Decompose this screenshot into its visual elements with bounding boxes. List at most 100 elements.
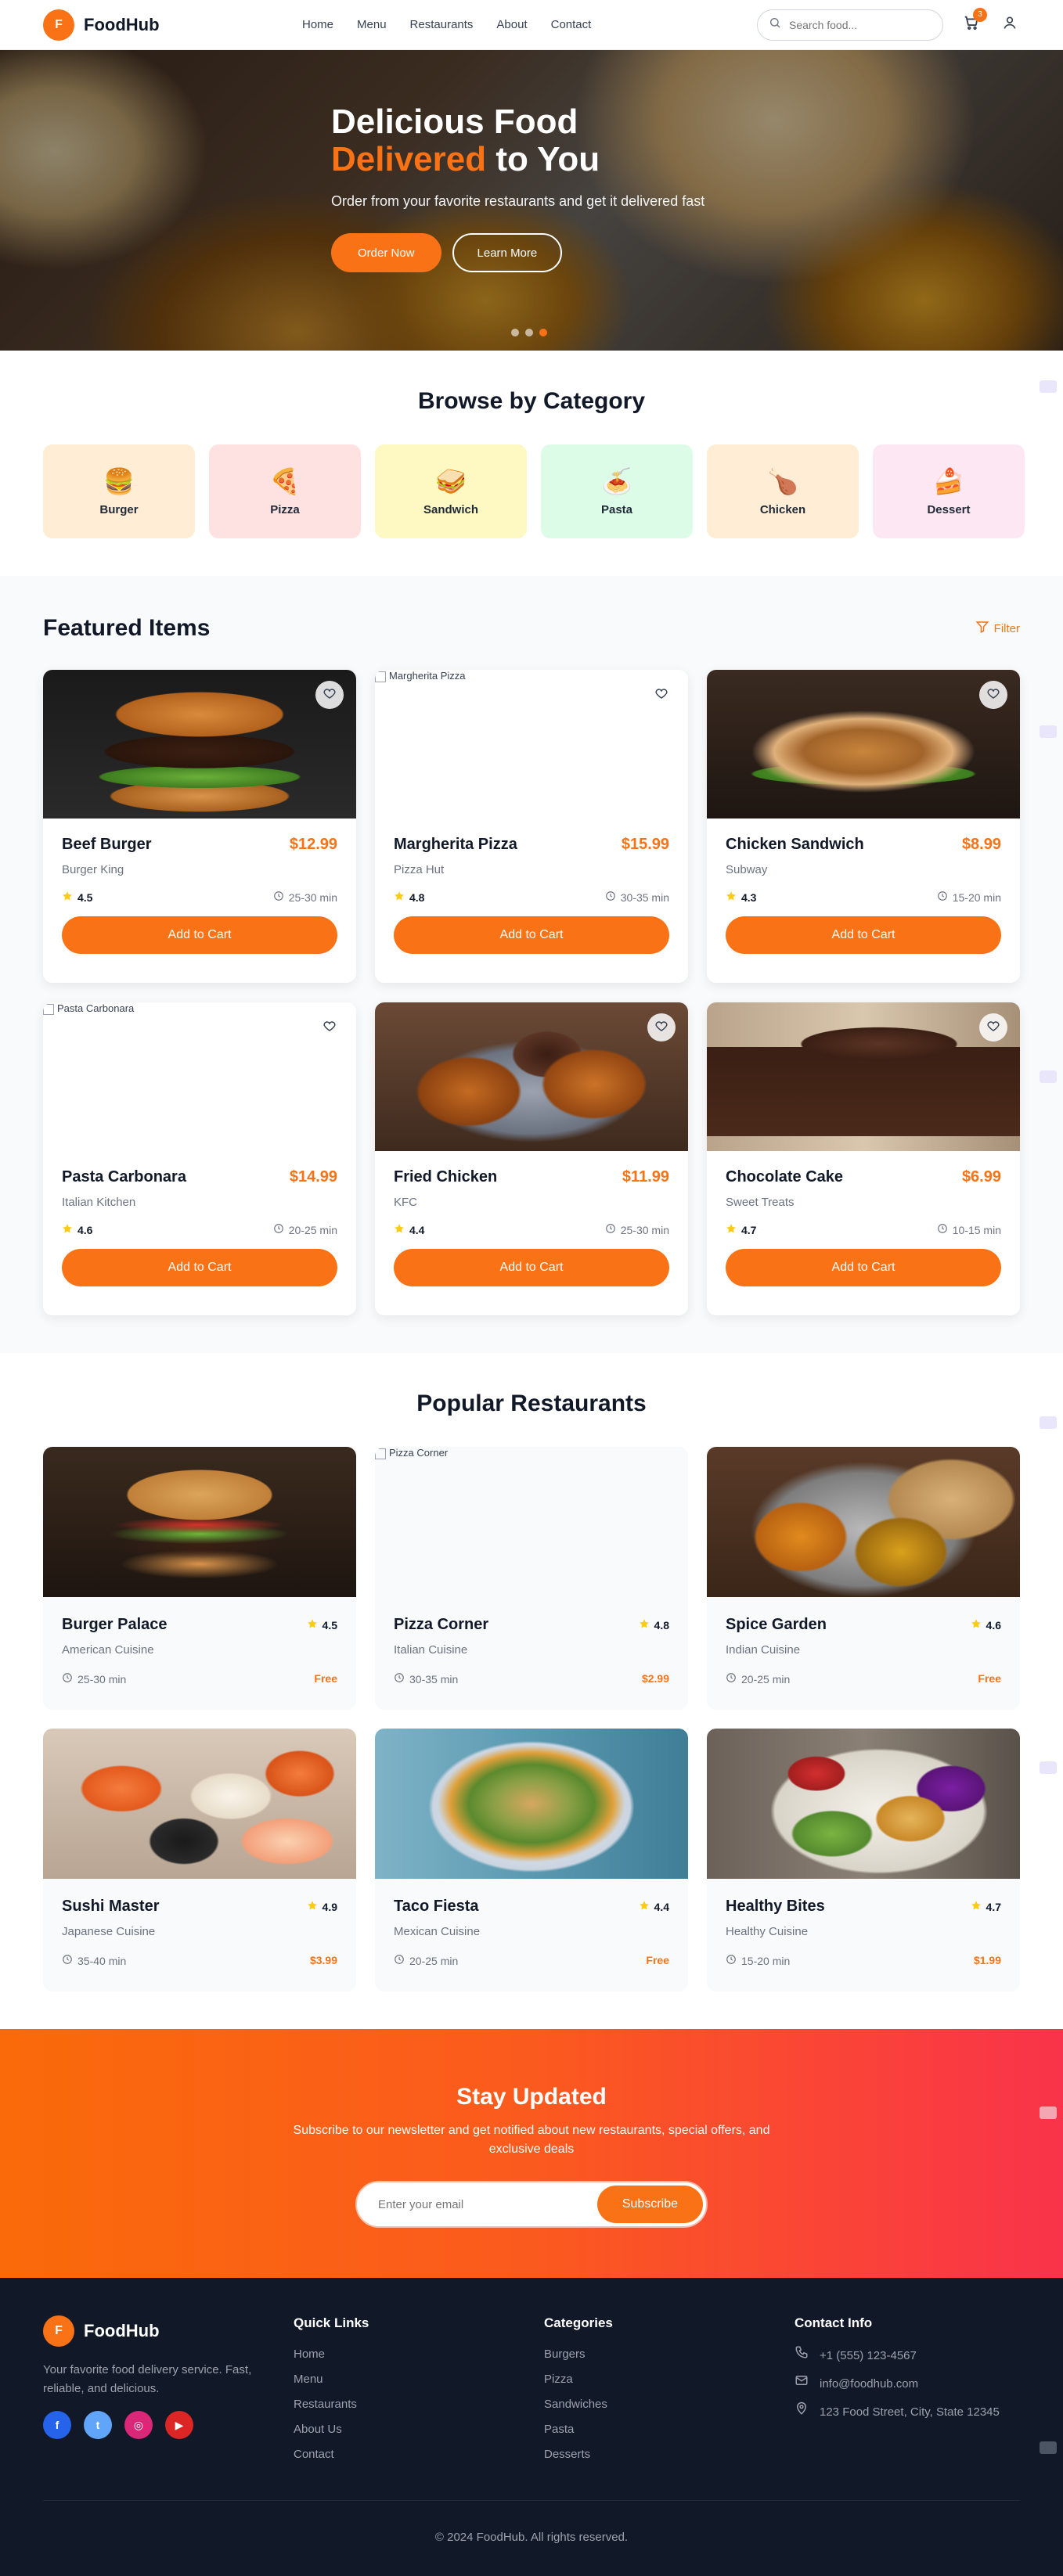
- footer-category-burgers[interactable]: Burgers: [544, 2342, 795, 2367]
- user-button[interactable]: [1000, 15, 1020, 35]
- add-to-cart-button[interactable]: Add to Cart: [726, 916, 1001, 954]
- category-grid: 🍔 Burger 🍕 Pizza 🥪 Sandwich 🍝 Pasta 🍗 Chicken 🍰 Des…: [43, 444, 1025, 538]
- side-widget-icon[interactable]: [1040, 380, 1057, 393]
- footer-category-desserts[interactable]: Desserts: [544, 2442, 795, 2467]
- footer-logo[interactable]: F FoodHub: [43, 2315, 294, 2347]
- restaurant-card[interactable]: Sushi Master 4.9 Japanese Cuisine 35-40 min…: [43, 1729, 356, 1991]
- side-widget-icon[interactable]: [1040, 2106, 1057, 2119]
- food-info: Beef Burger $12.99 Burger King 4.5 25-30 min…: [43, 818, 356, 954]
- restaurant-card[interactable]: Burger Palace 4.5 American Cuisine 25-30 mi…: [43, 1447, 356, 1710]
- category-label: Dessert: [927, 502, 971, 516]
- star-icon: [307, 1900, 318, 1913]
- favorite-button[interactable]: [979, 681, 1007, 709]
- twitter-icon[interactable]: t: [84, 2411, 112, 2439]
- clock-icon: [273, 1223, 284, 1236]
- newsletter-section: Stay Updated Subscribe to our newsletter…: [0, 2029, 1063, 2278]
- add-to-cart-button[interactable]: Add to Cart: [62, 916, 337, 954]
- logo[interactable]: F FoodHub: [43, 9, 160, 41]
- side-widget-icon[interactable]: [1040, 1070, 1057, 1083]
- contact-text[interactable]: info@foodhub.com: [820, 2370, 918, 2398]
- favorite-button[interactable]: [315, 1013, 344, 1042]
- footer-categories-title: Categories: [544, 2315, 613, 2330]
- navbar: F FoodHub Home Menu Restaurants About Co…: [0, 0, 1063, 50]
- category-label: Pizza: [270, 502, 300, 516]
- hero-title: Delicious Food Delivered to You: [331, 103, 738, 178]
- contact-item: 123 Food Street, City, State 12345: [795, 2398, 1045, 2427]
- delivery-fee: $3.99: [309, 1954, 337, 1966]
- restaurant-card[interactable]: Healthy Bites 4.7 Healthy Cuisine 15-20 min…: [707, 1729, 1020, 1991]
- side-widget-icon[interactable]: [1040, 1761, 1057, 1774]
- restaurant-cuisine: Indian Cuisine: [726, 1643, 801, 1657]
- pasta-icon: 🍝: [601, 466, 632, 495]
- nav-link-home[interactable]: Home: [302, 18, 333, 31]
- heart-icon: [323, 686, 337, 704]
- star-icon: [62, 890, 73, 904]
- side-widget-icon[interactable]: [1040, 725, 1057, 738]
- footer-link-contact[interactable]: Contact: [294, 2442, 544, 2467]
- nav-link-about[interactable]: About: [496, 18, 527, 31]
- youtube-icon[interactable]: ▶: [165, 2411, 193, 2439]
- footer-category-sandwiches[interactable]: Sandwiches: [544, 2392, 795, 2417]
- food-name: Chocolate Cake: [726, 1168, 844, 1185]
- favorite-button[interactable]: [647, 1013, 676, 1042]
- contact-text[interactable]: +1 (555) 123-4567: [820, 2342, 917, 2370]
- footer-category-pasta[interactable]: Pasta: [544, 2417, 795, 2442]
- footer-link-restaurants[interactable]: Restaurants: [294, 2392, 544, 2417]
- category-card-pasta[interactable]: 🍝 Pasta: [541, 444, 693, 538]
- cart-button[interactable]: 3: [960, 7, 987, 36]
- restaurant-card[interactable]: Spice Garden 4.6 Indian Cuisine 20-25 min Fr…: [707, 1447, 1020, 1710]
- instagram-icon[interactable]: ◎: [124, 2411, 153, 2439]
- carousel-dot[interactable]: [525, 329, 533, 336]
- delivery-fee: Free: [646, 1954, 669, 1966]
- filter-label: Filter: [993, 621, 1020, 635]
- restaurant-card[interactable]: Taco Fiesta 4.4 Mexican Cuisine 20-25 min Fr…: [375, 1729, 688, 1991]
- email-input[interactable]: [378, 2197, 597, 2211]
- time-value: 25-30 min: [288, 890, 337, 904]
- add-to-cart-button[interactable]: Add to Cart: [394, 916, 669, 954]
- facebook-icon[interactable]: f: [43, 2411, 71, 2439]
- side-widget-icon[interactable]: [1040, 2441, 1057, 2454]
- restaurant-rating: 4.4: [639, 1900, 669, 1913]
- clock-icon: [62, 1954, 73, 1967]
- order-now-button[interactable]: Order Now: [331, 233, 441, 272]
- add-to-cart-button[interactable]: Add to Cart: [726, 1249, 1001, 1286]
- nav-link-restaurants[interactable]: Restaurants: [410, 18, 474, 31]
- newsletter-form: Subscribe: [357, 2182, 706, 2226]
- category-card-sandwich[interactable]: 🥪 Sandwich: [375, 444, 527, 538]
- filter-button[interactable]: Filter: [975, 620, 1020, 637]
- restaurant-card[interactable]: Pizza Corner Pizza Corner 4.8 Italian Cuisi…: [375, 1447, 688, 1710]
- food-info: Chocolate Cake $6.99 Sweet Treats 4.7 10-15 …: [707, 1151, 1020, 1286]
- newsletter-text: Subscribe to our newsletter and get noti…: [293, 2124, 770, 2156]
- carousel-dot[interactable]: [511, 329, 519, 336]
- subscribe-button[interactable]: Subscribe: [596, 2186, 703, 2223]
- search-box[interactable]: [757, 9, 943, 41]
- dessert-icon: 🍰: [933, 466, 964, 495]
- learn-more-button[interactable]: Learn More: [452, 233, 563, 272]
- category-card-pizza[interactable]: 🍕 Pizza: [209, 444, 361, 538]
- nav-link-menu[interactable]: Menu: [357, 18, 387, 31]
- category-card-dessert[interactable]: 🍰 Dessert: [873, 444, 1025, 538]
- restaurants-title: Popular Restaurants: [416, 1391, 647, 1416]
- favorite-button[interactable]: [979, 1013, 1007, 1042]
- nav-actions: 3: [757, 7, 1020, 41]
- restaurant-image: Pizza Corner: [375, 1447, 688, 1597]
- food-image: [707, 1002, 1020, 1151]
- footer-link-about-us[interactable]: About Us: [294, 2417, 544, 2442]
- category-label: Burger: [99, 502, 139, 516]
- contact-text[interactable]: 123 Food Street, City, State 12345: [820, 2398, 1000, 2427]
- footer-category-pizza[interactable]: Pizza: [544, 2367, 795, 2392]
- category-card-chicken[interactable]: 🍗 Chicken: [707, 444, 859, 538]
- footer-link-home[interactable]: Home: [294, 2342, 544, 2367]
- add-to-cart-button[interactable]: Add to Cart: [62, 1249, 337, 1286]
- food-price: $15.99: [621, 836, 669, 853]
- food-restaurant: Subway: [726, 863, 768, 876]
- favorite-button[interactable]: [647, 681, 676, 709]
- search-input[interactable]: [789, 18, 931, 31]
- side-widget-icon[interactable]: [1040, 1416, 1057, 1429]
- carousel-dot[interactable]: [539, 329, 547, 336]
- add-to-cart-button[interactable]: Add to Cart: [394, 1249, 669, 1286]
- favorite-button[interactable]: [315, 681, 344, 709]
- nav-link-contact[interactable]: Contact: [551, 18, 592, 31]
- footer-link-menu[interactable]: Menu: [294, 2367, 544, 2392]
- category-card-burger[interactable]: 🍔 Burger: [43, 444, 195, 538]
